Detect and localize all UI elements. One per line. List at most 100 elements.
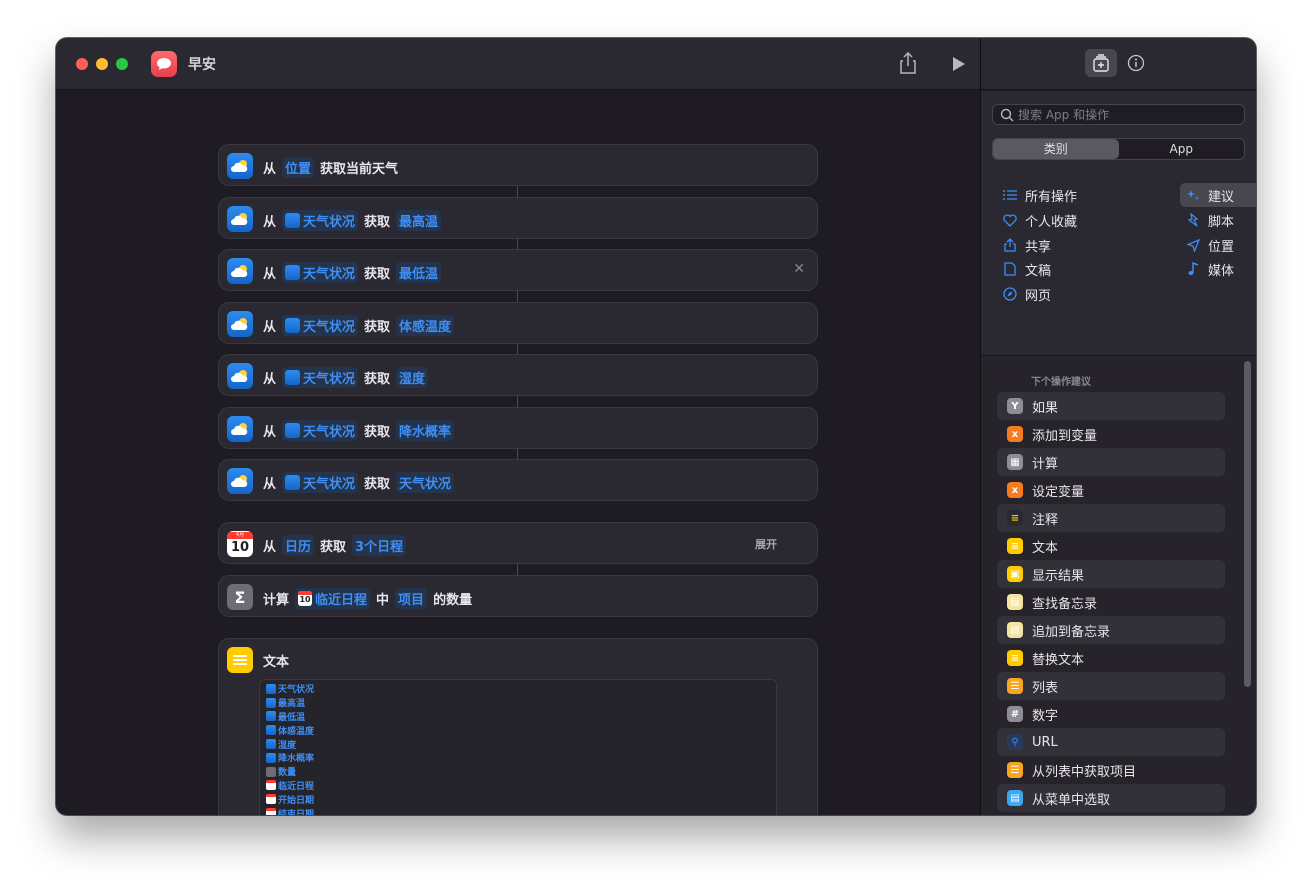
search-input[interactable] [1018,106,1238,124]
category-label: 位置 [1208,239,1235,255]
action-get-feels-like[interactable]: 从 天气状况 获取 体感温度 [218,302,818,344]
suggestion-item[interactable]: ▦ 计算 [997,448,1225,476]
action-get-low-temp[interactable]: 从 天气状况 获取 最低温 ✕ [218,249,818,291]
suggestion-item[interactable]: ⚲ URL [997,728,1225,756]
segment-categories[interactable]: 类别 [993,139,1119,159]
category-location[interactable]: 位置 [1180,233,1234,257]
suggestion-item[interactable]: ≡ 替换文本 [997,644,1225,672]
action-get-precip[interactable]: 从 天气状况 获取 降水概率 [218,407,818,449]
action-get-condition[interactable]: 从 天气状况 获取 天气状况 [218,459,818,501]
upcoming-events-token[interactable]: 10 临近日程 [295,588,371,609]
calendar-token[interactable]: 日历 [282,535,315,556]
text-variable-line[interactable]: 临近日程 [266,779,770,793]
text-variable-line[interactable]: 开始日期 [266,792,770,806]
weather-icon [266,697,276,708]
suggestion-item[interactable]: # 数字 [997,700,1225,728]
weather-conditions-token[interactable]: 天气状况 [282,420,359,441]
action-get-calendar-events[interactable]: 4月 10 从 日历 获取 3个日程 展开 [218,522,818,564]
category-suggestions[interactable]: 建议 [1180,183,1256,207]
suggestion-item[interactable]: x 设定变量 [997,476,1225,504]
play-icon[interactable] [951,55,967,73]
text-field[interactable]: 天气状况最高温最低温体感温度湿度降水概率数量临近日程开始日期结束日期位置 [259,679,777,815]
scrollbar[interactable] [1244,361,1251,687]
suggestion-item[interactable]: ▢请求输入 [997,812,1225,815]
variable-label: 开始日期 [278,795,315,806]
share-icon [1003,238,1017,252]
action-icon: ☰ [1007,678,1023,694]
category-sharing[interactable]: 共享 [997,233,1051,257]
suggestion-item[interactable]: ▤ 追加到备忘录 [997,616,1225,644]
category-scripting[interactable]: 脚本 [1180,208,1234,232]
action-text[interactable]: 文本 天气状况最高温最低温体感温度湿度降水概率数量临近日程开始日期结束日期位置 [218,638,818,815]
text-variable-line[interactable]: 最高温 [266,696,770,710]
action-get-high-temp[interactable]: 从 天气状况 获取 最高温 [218,197,818,239]
suggestion-item[interactable]: ▣ 显示结果 [997,560,1225,588]
variable-label: 降水概率 [278,754,315,765]
category-all-actions[interactable]: 所有操作 [997,183,1077,207]
event-count-token[interactable]: 3个日程 [352,535,407,556]
weather-conditions-token[interactable]: 天气状况 [282,367,359,388]
location-token[interactable]: 位置 [282,157,315,178]
maximize-window-button[interactable] [116,58,128,70]
info-icon[interactable] [1127,54,1145,72]
suggestion-item[interactable]: ▤ 从菜单中选取 [997,784,1225,812]
suggestion-label: 数字 [1032,708,1059,724]
suggestions-list: 下个操作建议 Y 如果 x 添加到变量 ▦ 计算 x 设定变量 ≡ 注释 ≡ 文本 ▣ 显示结果 ▤ 查找备忘… [981,356,1256,815]
close-icon[interactable]: ✕ [793,261,805,277]
suggestion-item[interactable]: ☰ 从列表中获取项目 [997,756,1225,784]
items-token[interactable]: 项目 [395,588,428,609]
action-row: 从 日历 获取 3个日程 [263,535,407,556]
text-variable-line[interactable]: 数量 [266,765,770,779]
action-count[interactable]: Σ 计算 10 临近日程 中 项目 的数量 [218,575,818,617]
action-get-humidity[interactable]: 从 天气状况 获取 湿度 [218,354,818,396]
field-token[interactable]: 降水概率 [396,420,455,441]
weather-icon [227,416,253,442]
text-variable-line[interactable]: 天气状况 [266,682,770,696]
suggestion-item[interactable]: ≡ 注释 [997,504,1225,532]
category-media[interactable]: 媒体 [1180,257,1234,281]
action-icon: ⚲ [1007,734,1023,750]
category-web[interactable]: 网页 [997,282,1051,306]
suggestion-label: 从菜单中选取 [1032,792,1111,808]
minimize-window-button[interactable] [96,58,108,70]
suggestion-item[interactable]: x 添加到变量 [997,420,1225,448]
action-prefix: 从 [263,162,277,177]
speech-bubble-icon[interactable] [151,51,177,77]
text-variable-line[interactable]: 降水概率 [266,751,770,765]
field-token[interactable]: 天气状况 [396,472,455,493]
text-variable-line[interactable]: 体感温度 [266,723,770,737]
suggestion-item[interactable]: ☰ 列表 [997,672,1225,700]
list-icon [1003,188,1017,202]
action-get-weather[interactable]: 从 位置 获取当前天气 [218,144,818,186]
expand-button[interactable]: 展开 [755,536,777,552]
close-window-button[interactable] [76,58,88,70]
suggestion-item[interactable]: ≡ 文本 [997,532,1225,560]
variable-label: 最低温 [278,712,306,723]
field-token[interactable]: 最低温 [396,262,442,283]
weather-conditions-token[interactable]: 天气状况 [282,262,359,283]
weather-icon [227,206,253,232]
field-token[interactable]: 体感温度 [396,315,455,336]
weather-conditions-token[interactable]: 天气状况 [282,315,359,336]
segment-apps[interactable]: App [1119,139,1245,159]
suggestion-item[interactable]: ▤ 查找备忘录 [997,588,1225,616]
field-token[interactable]: 湿度 [396,367,429,388]
category-favorites[interactable]: 个人收藏 [997,208,1077,232]
sigma-icon: Σ [227,584,253,610]
text-variable-line[interactable]: 结束日期 [266,806,770,815]
text-variable-line[interactable]: 最低温 [266,710,770,724]
search-box[interactable] [992,104,1245,125]
calendar-icon [266,794,276,805]
share-icon[interactable] [899,51,917,74]
suggestion-item[interactable]: Y 如果 [997,392,1225,420]
weather-conditions-token[interactable]: 天气状况 [282,210,359,231]
category-segmented-control[interactable]: 类别 App [992,138,1245,160]
category-documents[interactable]: 文稿 [997,257,1051,281]
action-prefix: 从 [263,477,277,492]
library-add-icon[interactable] [1085,49,1117,77]
weather-icon [266,683,276,694]
weather-conditions-token[interactable]: 天气状况 [282,472,359,493]
text-variable-line[interactable]: 湿度 [266,737,770,751]
action-icon: ≡ [1007,650,1023,666]
field-token[interactable]: 最高温 [396,210,442,231]
